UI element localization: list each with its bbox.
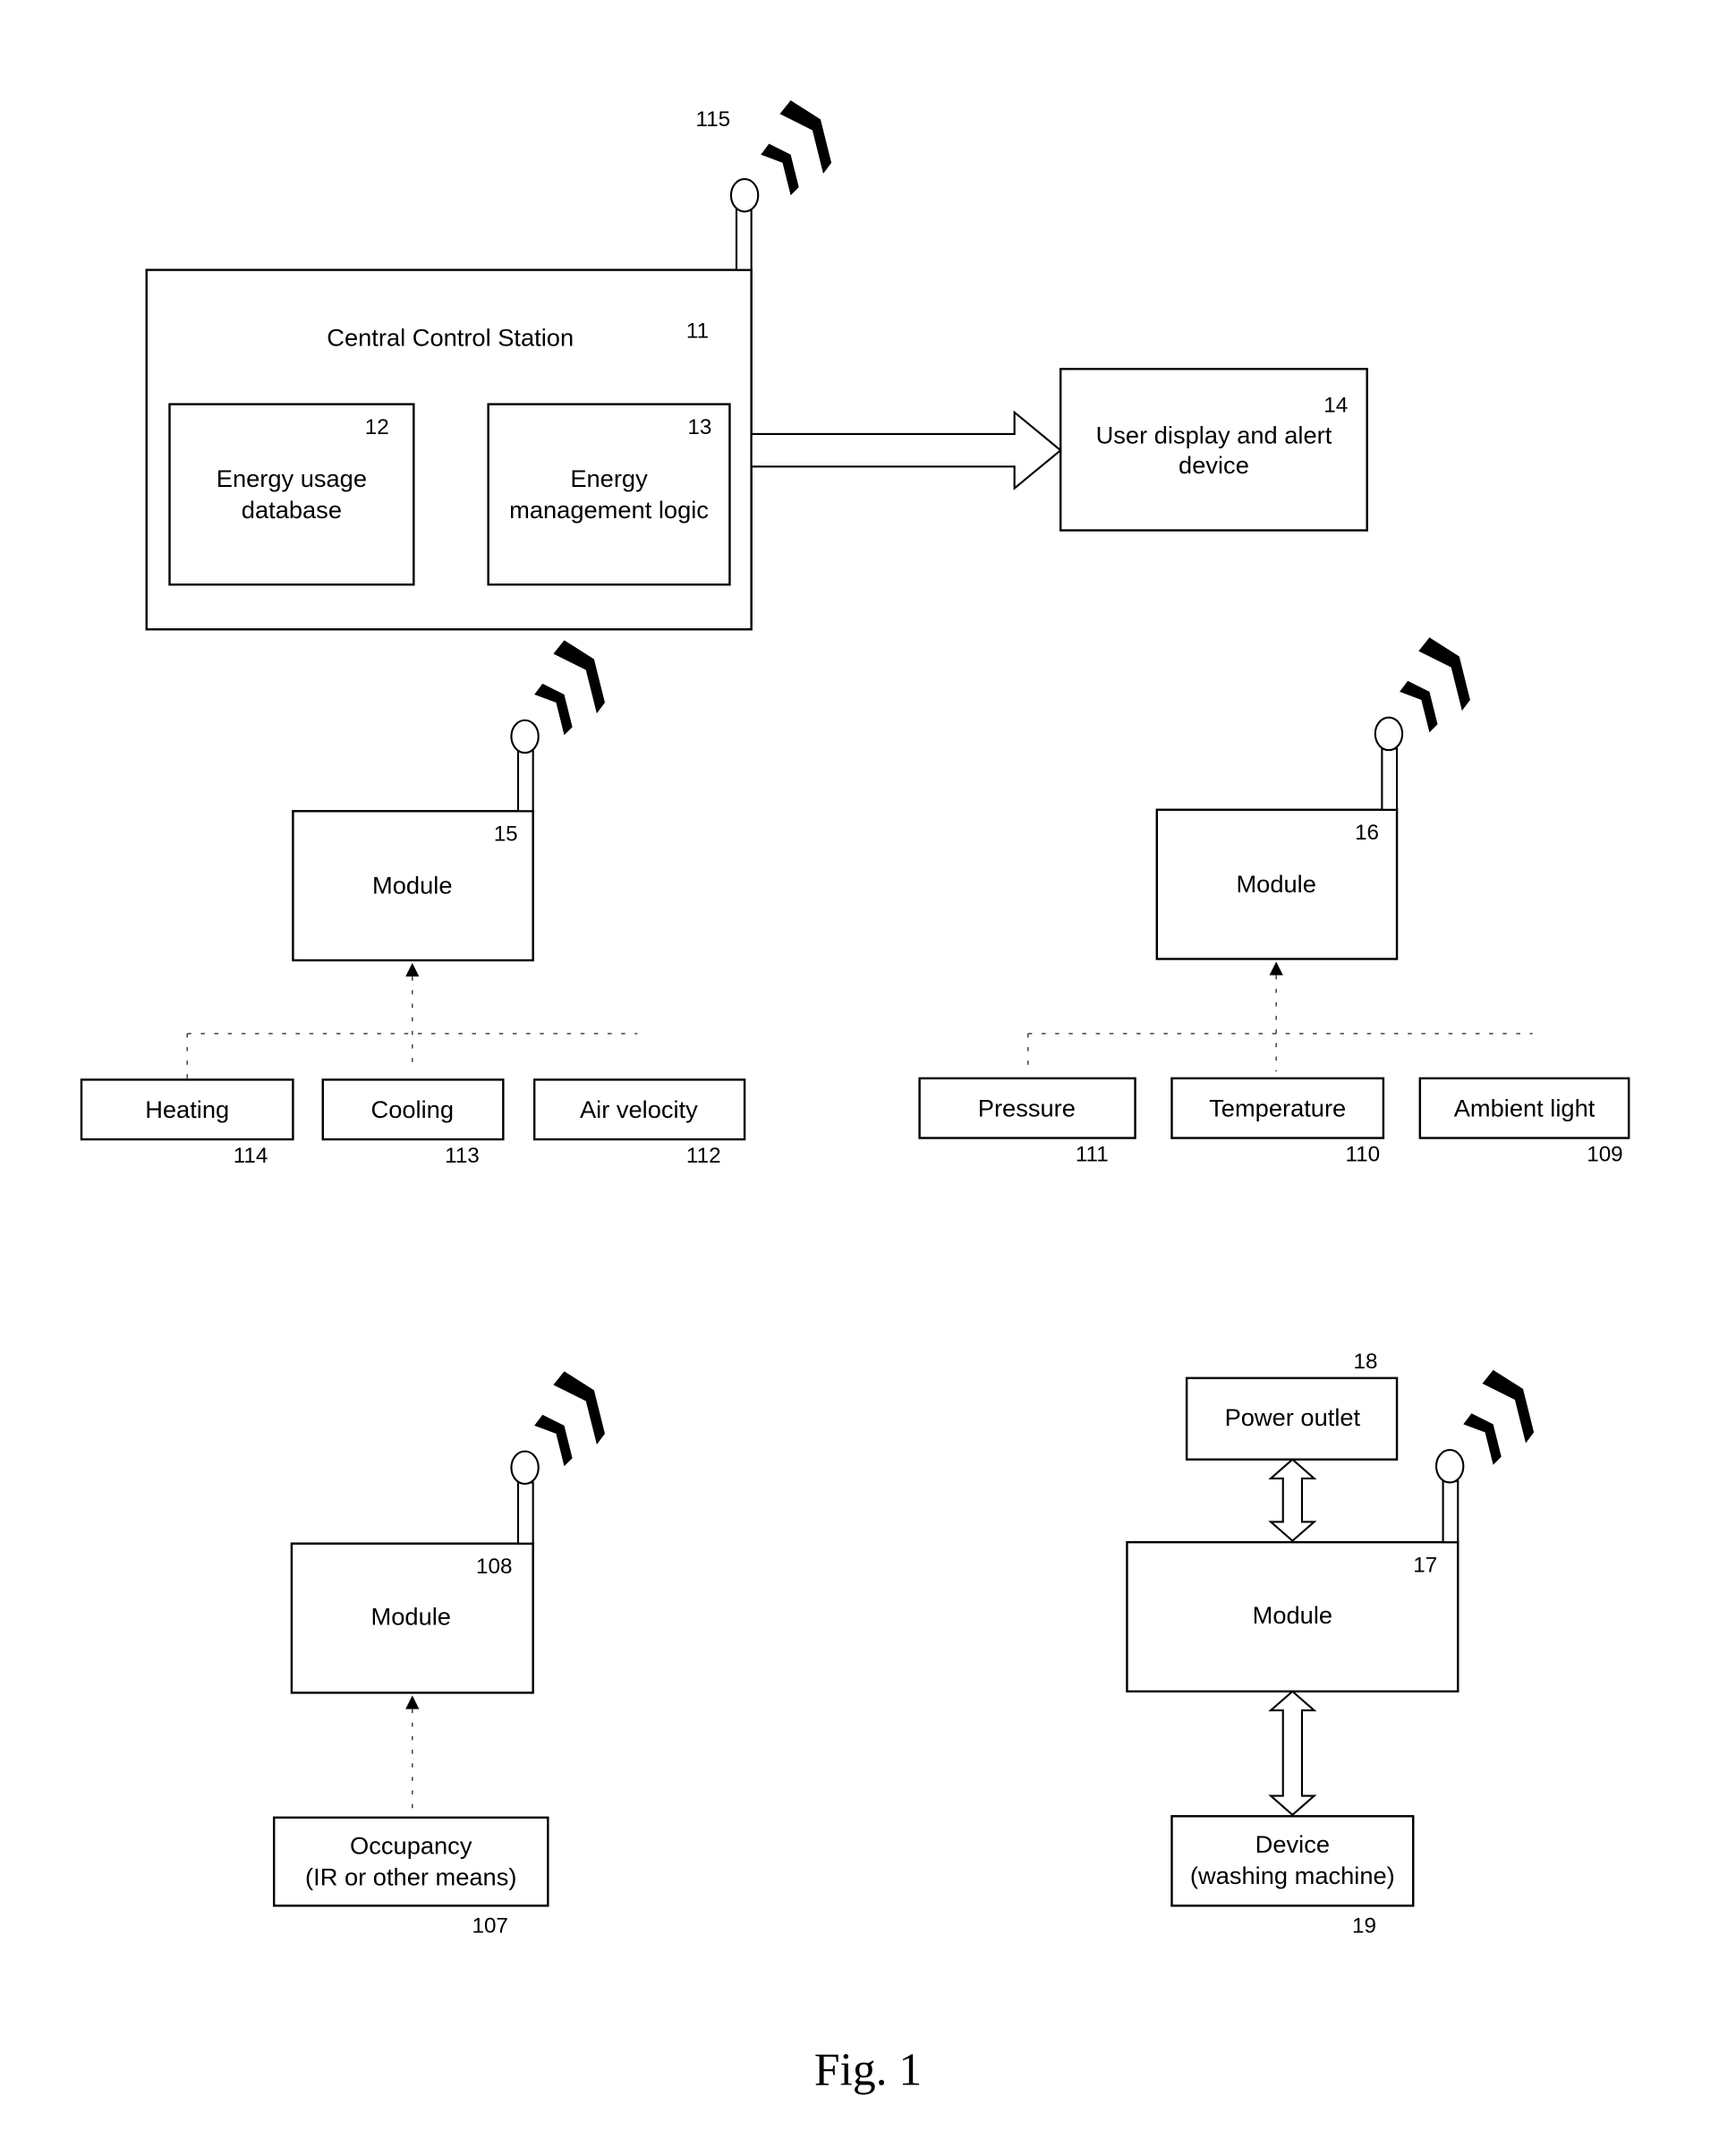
sensor-connector xyxy=(186,976,638,1078)
database-ref: 12 xyxy=(365,415,389,439)
module-16-label: Module xyxy=(1236,870,1315,898)
wireless-signal-icon xyxy=(761,100,832,196)
sensors-group-b: Pressure 111 Temperature 110 Ambient lig… xyxy=(918,1077,1630,1166)
sensor-connector xyxy=(1027,975,1533,1072)
sensor-temperature-ref: 110 xyxy=(1345,1142,1380,1166)
power-outlet-label: Power outlet xyxy=(1225,1403,1361,1431)
database-label-2: database xyxy=(242,496,342,524)
sensor-heating-label: Heating xyxy=(145,1095,229,1123)
module-16-ref: 16 xyxy=(1355,821,1379,845)
occupancy-sensor: Occupancy (IR or other means) 107 xyxy=(272,1816,549,1939)
module-108: 108 Module xyxy=(290,1371,605,1818)
display-ref: 14 xyxy=(1323,394,1348,418)
sensor-air-velocity-ref: 112 xyxy=(686,1144,721,1168)
arrowhead-icon xyxy=(405,963,420,977)
database-label-1: Energy usage xyxy=(217,464,367,492)
antenna-icon xyxy=(1434,1449,1465,1544)
sensor-heating-ref: 114 xyxy=(234,1144,268,1168)
module-15: 15 Module xyxy=(186,640,638,1078)
sensor-cooling-ref: 113 xyxy=(445,1144,480,1168)
bidirectional-arrow-top xyxy=(1268,1458,1317,1543)
logic-label-2: management logic xyxy=(509,496,709,524)
antenna-icon xyxy=(510,719,540,813)
arrowhead-icon xyxy=(405,1695,420,1709)
display-label-1: User display and alert xyxy=(1096,422,1332,449)
sensor-air-velocity-label: Air velocity xyxy=(580,1095,698,1123)
module-17-ref: 17 xyxy=(1413,1554,1437,1578)
device-label-1: Device xyxy=(1255,1830,1330,1858)
logic-label-1: Energy xyxy=(570,464,648,492)
power-outlet-ref: 18 xyxy=(1354,1350,1378,1374)
patent-figure: Central Control Station 11 115 12 Energy… xyxy=(80,100,1630,2095)
module-16: 16 Module xyxy=(1027,637,1533,1072)
display-label-2: device xyxy=(1179,451,1249,479)
occupancy-box xyxy=(272,1816,549,1907)
module-17-label: Module xyxy=(1253,1601,1332,1629)
bidirectional-arrow-bottom xyxy=(1268,1690,1317,1817)
module-15-ref: 15 xyxy=(494,822,518,847)
central-station-ref: 11 xyxy=(686,319,709,343)
antenna-icon xyxy=(729,177,760,271)
display-box xyxy=(1059,368,1368,532)
central-control-station: Central Control Station 11 115 12 Energy… xyxy=(145,100,832,631)
antenna-ref: 115 xyxy=(696,107,731,132)
sensor-ambient-light-ref: 109 xyxy=(1587,1142,1622,1166)
antenna-icon xyxy=(510,1450,540,1545)
sensor-pressure-ref: 111 xyxy=(1076,1142,1109,1166)
module-108-label: Module xyxy=(371,1603,451,1631)
arrowhead-icon xyxy=(1269,961,1283,976)
module-108-ref: 108 xyxy=(476,1555,512,1579)
device-label-2: (washing machine) xyxy=(1190,1862,1395,1889)
device-ref: 19 xyxy=(1352,1914,1376,1939)
sensors-group-a: Heating 114 Cooling 113 Air velocity 112 xyxy=(80,1078,746,1168)
module-15-label: Module xyxy=(372,872,452,899)
occupancy-ref: 107 xyxy=(472,1914,507,1939)
sensor-cooling-label: Cooling xyxy=(371,1095,454,1123)
wireless-signal-icon xyxy=(1463,1369,1535,1465)
wireless-signal-icon xyxy=(534,640,605,736)
figure-caption: Fig. 1 xyxy=(814,2044,922,2095)
sensor-pressure-label: Pressure xyxy=(978,1094,1076,1121)
logic-ref: 13 xyxy=(687,415,711,439)
wireless-signal-icon xyxy=(534,1371,605,1467)
antenna-icon xyxy=(1374,716,1404,811)
occupancy-label-1: Occupancy xyxy=(350,1832,472,1860)
occupancy-label-2: (IR or other means) xyxy=(305,1863,516,1891)
central-station-label: Central Control Station xyxy=(327,323,574,351)
output-arrow xyxy=(750,410,1062,490)
sensor-ambient-light-label: Ambient light xyxy=(1454,1094,1596,1121)
sensor-temperature-label: Temperature xyxy=(1209,1094,1346,1121)
user-display-device: 14 User display and alert device xyxy=(1059,368,1368,532)
wireless-signal-icon xyxy=(1400,637,1470,733)
module-17: Power outlet 18 17 Module Device (washin… xyxy=(1126,1350,1535,1939)
